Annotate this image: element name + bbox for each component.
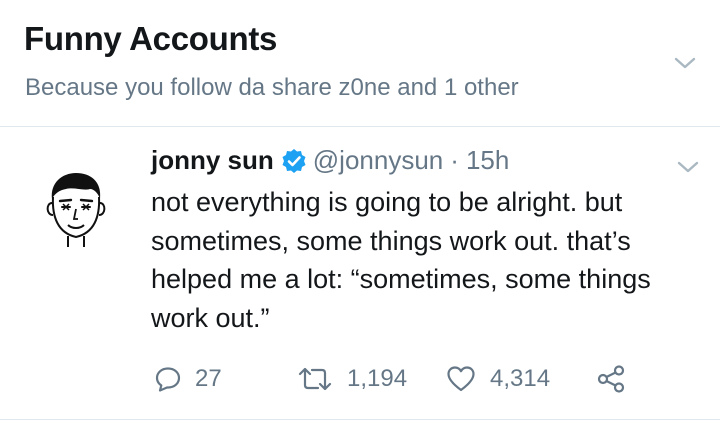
verified-badge-icon: [281, 148, 307, 174]
retweet-count: 1,194: [347, 365, 408, 392]
chevron-down-icon[interactable]: [673, 51, 697, 75]
share-nodes-icon: [597, 365, 625, 393]
like-count: 4,314: [490, 365, 551, 392]
cartoon-face-avatar-icon: [46, 173, 106, 247]
tweet-card[interactable]: jonny sun @jonnysun · 15h not everything…: [0, 127, 720, 420]
speech-bubble-icon: [155, 367, 181, 392]
divider: [0, 419, 720, 420]
tweet-text: not everything is going to be alright. b…: [151, 187, 651, 333]
avatar[interactable]: [44, 169, 108, 249]
user-handle[interactable]: @jonnysun: [313, 145, 443, 176]
retweet-arrows-icon: [298, 367, 332, 391]
separator-dot: ·: [450, 145, 459, 175]
like-button[interactable]: 4,314: [446, 359, 550, 399]
display-name[interactable]: jonny sun: [151, 145, 274, 176]
tweet-header: jonny sun @jonnysun · 15h: [151, 145, 509, 176]
tweet-actions: 27 1,194 4,314: [0, 359, 720, 399]
timestamp[interactable]: 15h: [466, 145, 509, 176]
reply-count: 27: [195, 365, 222, 392]
section-header: Funny Accounts Because you follow da sha…: [0, 0, 720, 127]
section-title: Funny Accounts: [24, 20, 278, 57]
heart-icon: [447, 366, 475, 392]
retweet-button[interactable]: 1,194: [297, 359, 407, 399]
chevron-down-icon[interactable]: [676, 155, 700, 179]
share-button[interactable]: [596, 359, 626, 399]
reply-button[interactable]: 27: [155, 359, 222, 399]
section-subtitle: Because you follow da share z0ne and 1 o…: [25, 74, 519, 101]
